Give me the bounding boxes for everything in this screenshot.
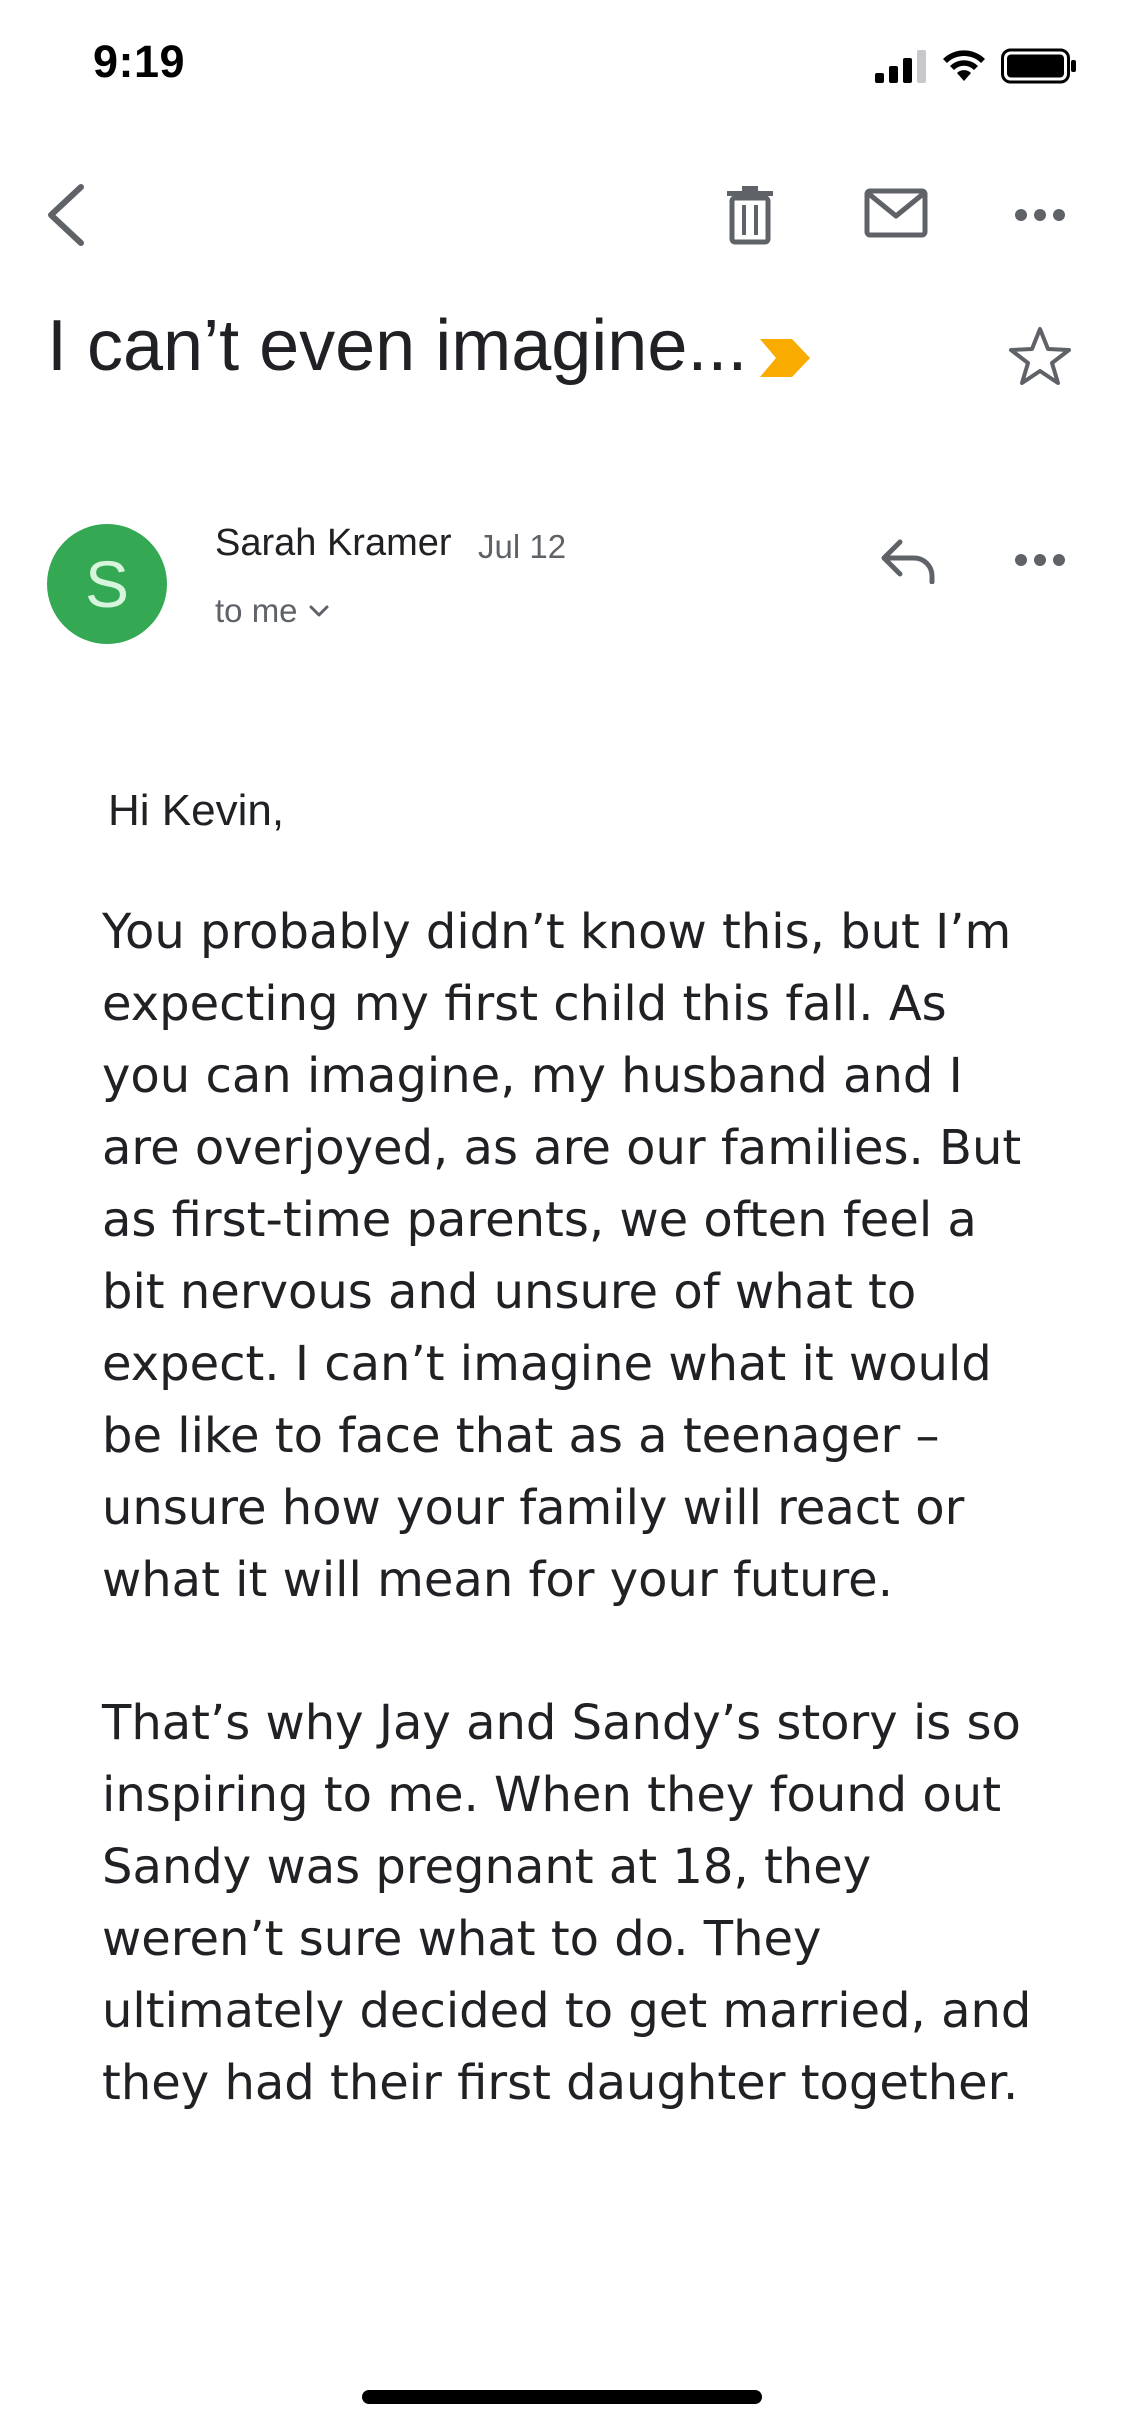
chevron-down-icon [308, 604, 330, 618]
star-button[interactable] [1004, 320, 1076, 392]
mark-unread-button[interactable] [856, 178, 936, 248]
battery-icon [1001, 48, 1077, 84]
importance-marker-icon[interactable] [756, 335, 814, 381]
message-more-button[interactable] [1000, 530, 1080, 590]
status-time: 9:19 [93, 36, 186, 87]
status-icons [875, 48, 1077, 84]
home-indicator[interactable] [362, 2390, 762, 2404]
star-icon [1008, 325, 1072, 387]
more-horizontal-icon [1014, 208, 1066, 222]
email-paragraph: You probably didn’t know this, but I’m e… [102, 904, 1022, 1608]
delete-button[interactable] [715, 175, 785, 255]
reply-icon [878, 536, 938, 584]
sender-avatar[interactable]: S [47, 524, 167, 644]
sender-name[interactable]: Sarah Kramer [215, 522, 452, 565]
reply-button[interactable] [872, 530, 944, 590]
mail-icon [864, 188, 928, 238]
trash-icon [725, 185, 775, 245]
more-horizontal-icon [1014, 553, 1066, 567]
email-date: Jul 12 [478, 528, 567, 565]
back-icon [43, 183, 87, 247]
back-button[interactable] [30, 170, 100, 260]
email-paragraph: That’s why Jay and Sandy’s story is so i… [102, 1695, 1032, 2111]
more-options-button[interactable] [1000, 180, 1080, 250]
signal-icon [875, 49, 927, 83]
recipients-toggle[interactable]: to me [215, 592, 330, 630]
email-subject: I can’t even imagine... [47, 306, 748, 386]
recipients-label: to me [215, 592, 298, 629]
email-greeting: Hi Kevin, [108, 786, 285, 835]
wifi-icon [941, 49, 987, 83]
